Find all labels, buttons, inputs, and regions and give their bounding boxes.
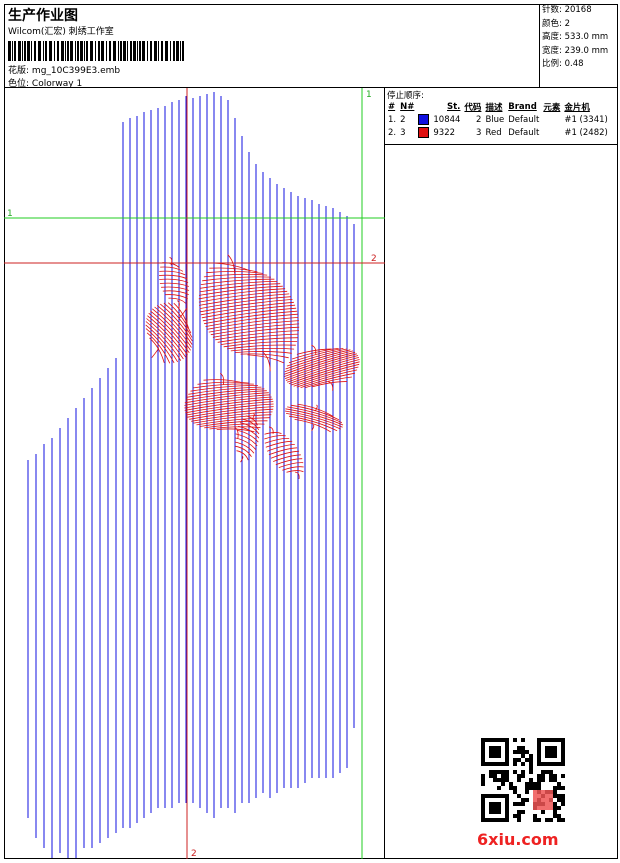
page-title: 生产作业图 xyxy=(8,8,78,24)
watermark-logo: 6xiu.com xyxy=(477,830,559,849)
color-swatch xyxy=(418,127,430,138)
design-preview: 1 1 2 2 xyxy=(4,88,385,859)
design-label: 花版: xyxy=(8,66,30,76)
green-h-label: 1 xyxy=(7,209,13,219)
stat-colors: 颜色: 2 xyxy=(542,18,570,29)
stop-sequence-table: # N# St. 代码 描述 Brand 元素 金片机 1. 2 10844 2… xyxy=(386,100,610,139)
design-file: mg_10C399E3.emb xyxy=(31,66,121,76)
table-row: 1. 2 10844 2 Blue Default #1 (3341) xyxy=(388,114,608,125)
red-h-label: 2 xyxy=(371,254,377,264)
red-petal-stitches xyxy=(145,254,360,480)
green-v-label: 1 xyxy=(366,90,372,100)
stats-panel: 针数: 20168 颜色: 2 高度: 533.0 mm 宽度: 239.0 m… xyxy=(540,4,618,88)
color-swatch xyxy=(418,114,430,125)
table-header-row: # N# St. 代码 描述 Brand 元素 金片机 xyxy=(388,101,590,113)
stat-height: 高度: 533.0 mm xyxy=(542,32,609,42)
embroidery-canvas: 1 1 2 2 xyxy=(4,88,385,859)
stat-stitches: 针数: 20168 xyxy=(542,5,592,15)
stat-width: 宽度: 239.0 mm xyxy=(542,45,609,56)
table-row: 2. 3 9322 3 Red Default #1 (2482) xyxy=(388,127,608,138)
company-name: Wilcom(汇宏) 刺绣工作室 xyxy=(8,27,114,37)
stop-sequence-panel: 停止顺序: # N# St. 代码 描述 Brand 元素 金片机 1. 2 1… xyxy=(385,88,618,145)
design-line: 花版: mg_10C399E3.emb xyxy=(8,63,120,76)
red-v-label: 2 xyxy=(191,849,197,859)
qr-code xyxy=(481,738,565,822)
barcode xyxy=(8,41,184,61)
stat-scale: 比例: 0.48 xyxy=(542,59,584,69)
header-panel: 生产作业图 Wilcom(汇宏) 刺绣工作室 花版: mg_10C399E3.e… xyxy=(4,4,540,89)
blue-stitch-lines xyxy=(27,92,355,858)
